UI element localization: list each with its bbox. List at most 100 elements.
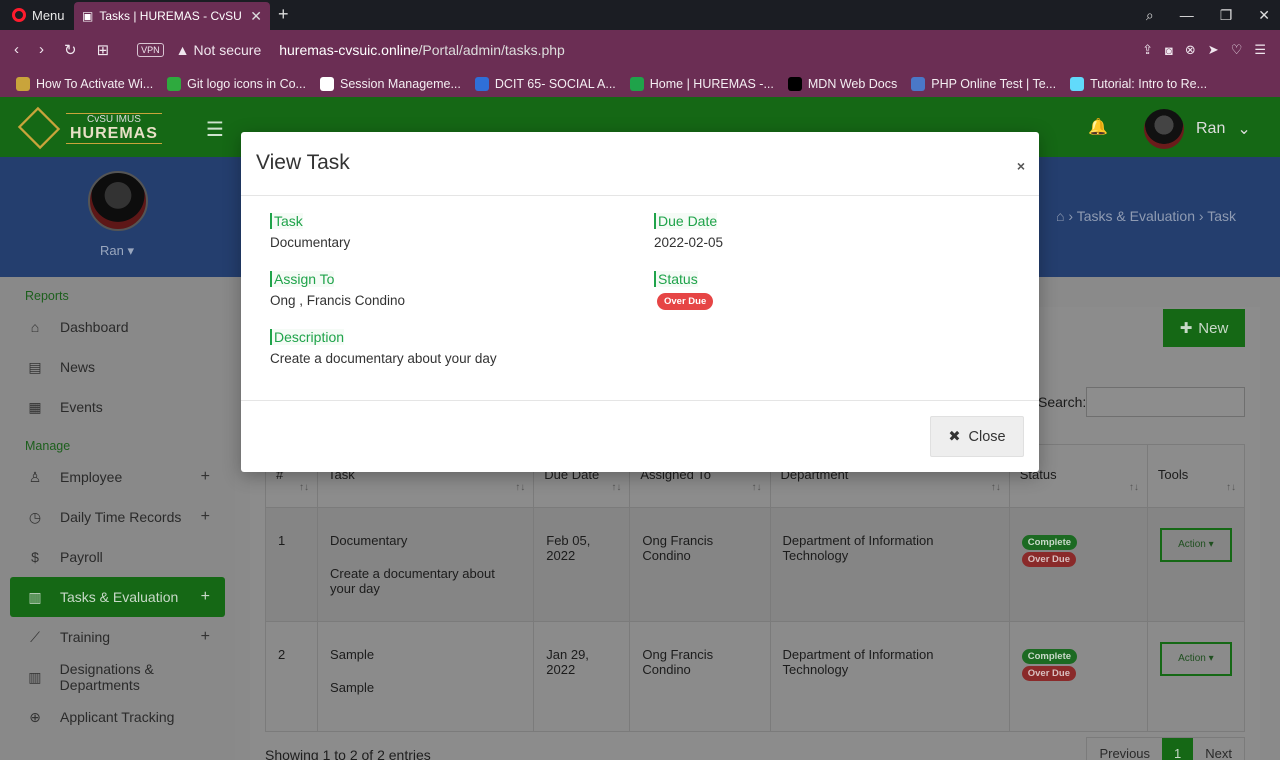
- task-field: Task Documentary: [270, 213, 350, 250]
- sidebar-item-events[interactable]: ▦ Events: [0, 387, 235, 427]
- sidebar-user-dropdown[interactable]: Ran ▾: [100, 243, 134, 259]
- bookmark-favicon-icon: [474, 76, 489, 91]
- bookmark-favicon-icon: [16, 76, 30, 91]
- camera-icon[interactable]: ◙: [1165, 43, 1173, 58]
- tab-favicon-icon: ▣: [82, 9, 94, 23]
- sidebar-item-payroll[interactable]: $ Payroll: [0, 537, 235, 577]
- bookmark-item[interactable]: Session Manageme...: [319, 76, 461, 91]
- task-title: Sample: [330, 647, 375, 662]
- dollar-icon: $: [31, 549, 39, 565]
- bookmark-item[interactable]: How To Activate Wi...: [16, 76, 154, 91]
- close-x-icon: ✖: [948, 428, 961, 445]
- back-icon[interactable]: ‹: [14, 41, 19, 59]
- logo-mark-icon: [17, 106, 61, 150]
- sidebar-item-employee[interactable]: ♙ Employee +: [0, 457, 235, 497]
- plus-icon[interactable]: +: [201, 508, 210, 526]
- browser-tab-active[interactable]: ▣ Tasks | HUREMAS - CvSU Im ✕: [74, 2, 270, 30]
- bookmark-label: How To Activate Wi...: [36, 76, 154, 91]
- modal-close-icon[interactable]: ×: [1017, 158, 1025, 174]
- sidebar-item-tasks-evaluation[interactable]: ▥ Tasks & Evaluation +: [10, 577, 225, 617]
- task-value: Documentary: [270, 235, 351, 250]
- reload-icon[interactable]: ↻: [64, 41, 77, 59]
- sort-icon: ↑↓: [611, 482, 622, 493]
- task-description: Create a documentary about your day: [330, 566, 495, 596]
- breadcrumb-section[interactable]: Tasks & Evaluation: [1077, 208, 1195, 224]
- sort-icon: ↑↓: [751, 482, 762, 493]
- action-dropdown-button[interactable]: Action ▾: [1159, 528, 1232, 562]
- new-task-button[interactable]: ✚ New: [1163, 309, 1245, 347]
- sidebar-item-training[interactable]: ⟋ Training +: [0, 617, 235, 657]
- search-input[interactable]: [1086, 387, 1245, 417]
- user-menu[interactable]: Ran ⌄: [1144, 109, 1251, 149]
- pagination-next[interactable]: Next: [1193, 738, 1244, 760]
- minimize-icon[interactable]: —: [1180, 7, 1194, 23]
- vpn-badge[interactable]: VPN: [137, 43, 164, 57]
- sidebar-item-news[interactable]: ▤ News: [0, 347, 235, 387]
- sidebar-section-reports: Reports: [25, 289, 69, 303]
- caret-down-icon: ▾: [1205, 653, 1214, 664]
- browser-search-icon[interactable]: ⌕: [1146, 7, 1154, 24]
- sidebar-item-applicant-tracking[interactable]: ⊕ Applicant Tracking: [0, 697, 235, 737]
- security-indicator[interactable]: ▲ Not secure: [176, 42, 262, 58]
- plus-icon: ✚: [1179, 320, 1193, 337]
- sidebar-item-label: Tasks & Evaluation: [60, 589, 179, 605]
- chart-icon: ▥: [28, 588, 42, 605]
- browser-menu-button[interactable]: Menu: [0, 0, 77, 30]
- bookmark-label: PHP Online Test | Te...: [931, 76, 1057, 91]
- restore-icon[interactable]: ❐: [1220, 7, 1233, 24]
- chevron-down-icon: ⌄: [1237, 121, 1251, 138]
- url-field[interactable]: huremas-cvsuic.online/Portal/admin/tasks…: [279, 42, 565, 58]
- share-icon[interactable]: ⇪: [1142, 42, 1153, 58]
- send-icon[interactable]: ➤: [1208, 42, 1219, 58]
- bookmark-item[interactable]: Home | HUREMAS -...: [629, 76, 774, 91]
- status-cell: Complete Over Due: [1008, 507, 1148, 622]
- bookmark-label: Tutorial: Intro to Re...: [1090, 76, 1208, 91]
- action-label: Action: [1178, 539, 1206, 550]
- status-badge-overdue: Over Due: [1021, 666, 1076, 681]
- bookmark-item[interactable]: PHP Online Test | Te...: [911, 76, 1057, 91]
- action-dropdown-button[interactable]: Action ▾: [1159, 642, 1232, 676]
- close-button[interactable]: ✖ Close: [930, 416, 1024, 457]
- sidebar-item-label: Payroll: [60, 549, 103, 565]
- notification-bell-icon[interactable]: 🔔: [1088, 117, 1108, 137]
- tab-close-icon[interactable]: ✕: [250, 8, 262, 25]
- sidebar-item-dashboard[interactable]: ⌂ Dashboard: [0, 307, 235, 347]
- target-icon: ⊕: [29, 708, 41, 725]
- bookmark-favicon-icon: [629, 76, 644, 91]
- sidebar-item-designations-departments[interactable]: ▥ Designations & Departments: [0, 657, 235, 697]
- huremas-logo[interactable]: CvSU IMUS HUREMAS: [17, 106, 162, 150]
- sidebar-user-name: Ran: [100, 243, 124, 258]
- user-name: Ran: [1196, 120, 1226, 137]
- column-header[interactable]: Tools ↑↓: [1146, 444, 1246, 508]
- sidebar-toggle-icon[interactable]: ☰: [206, 117, 224, 142]
- task-label: Task: [270, 213, 303, 229]
- plus-icon[interactable]: +: [201, 468, 210, 486]
- calendar-icon: ▦: [28, 398, 42, 415]
- easy-setup-icon[interactable]: ☰: [1254, 42, 1266, 58]
- window-close-icon[interactable]: ✕: [1258, 7, 1270, 24]
- home-icon: ⌂: [30, 319, 40, 335]
- pagination-page-1[interactable]: 1: [1162, 738, 1194, 760]
- plus-icon[interactable]: +: [201, 628, 210, 646]
- table-row: 1 Documentary Create a documentary about y…: [264, 507, 1246, 622]
- plus-icon[interactable]: +: [201, 588, 210, 606]
- heart-icon[interactable]: ♡: [1231, 42, 1243, 58]
- forward-icon[interactable]: ›: [39, 41, 44, 59]
- sidebar-item-label: Dashboard: [60, 319, 129, 335]
- sidebar-item-label: Applicant Tracking: [60, 709, 175, 725]
- sidebar-section-manage: Manage: [25, 439, 71, 453]
- warning-icon: ▲: [175, 42, 190, 58]
- adblock-icon[interactable]: ⊗: [1185, 42, 1196, 58]
- pagination-previous[interactable]: Previous: [1087, 738, 1162, 760]
- bookmark-item[interactable]: Git logo icons in Co...: [167, 76, 306, 91]
- tabs-grid-icon[interactable]: ⊞: [97, 41, 110, 59]
- bookmark-item[interactable]: DCIT 65- SOCIAL A...: [474, 76, 616, 91]
- breadcrumb-home-icon[interactable]: ⌂: [1056, 208, 1064, 224]
- task-cell: Sample Sample: [317, 621, 535, 732]
- bookmark-item[interactable]: Tutorial: Intro to Re...: [1070, 76, 1208, 91]
- sidebar-item-daily-time-records[interactable]: ◷ Daily Time Records +: [0, 497, 235, 537]
- new-tab-button[interactable]: +: [278, 4, 289, 25]
- due-date-value: 2022-02-05: [654, 235, 724, 250]
- action-label: Action: [1178, 653, 1206, 664]
- bookmark-item[interactable]: MDN Web Docs: [787, 76, 897, 91]
